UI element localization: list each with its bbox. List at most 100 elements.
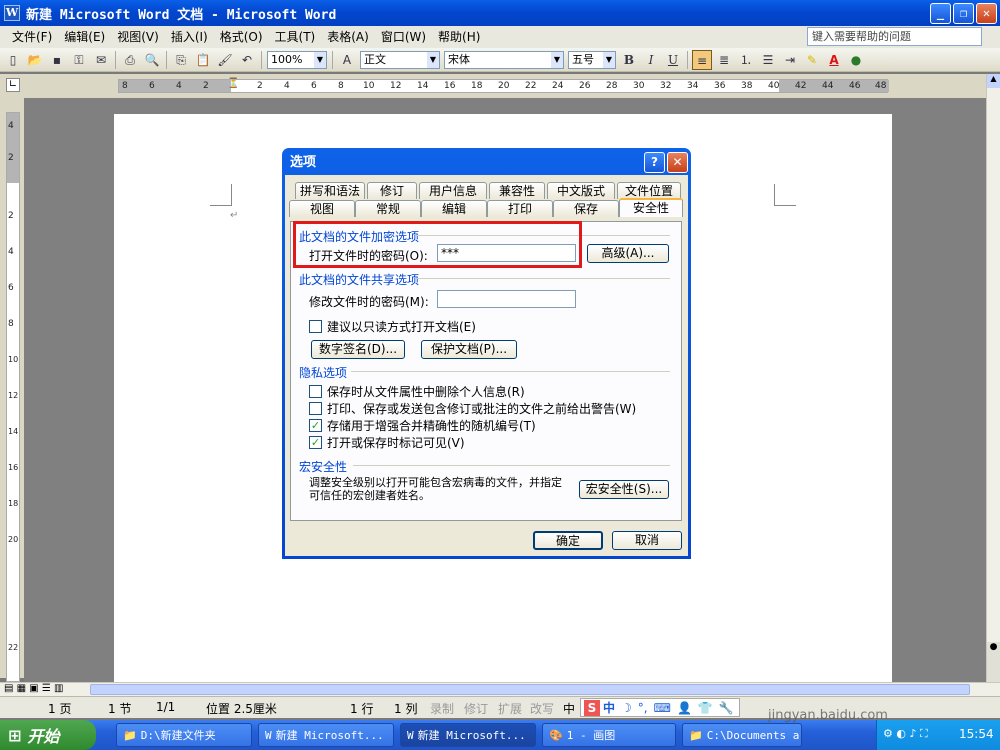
macro-security-button[interactable]: 宏安全性(S)... (579, 480, 669, 499)
menu-file[interactable]: 文件(F) (6, 27, 58, 47)
tab-file-locations[interactable]: 文件位置 (617, 182, 681, 199)
status-rec[interactable]: 录制 (430, 700, 454, 717)
highlight-icon[interactable]: ✎ (802, 50, 822, 70)
privacy-checkbox-1[interactable] (309, 402, 322, 415)
indent-icon[interactable]: ⇥ (780, 50, 800, 70)
font-select[interactable]: 宋体 ▼ (444, 50, 564, 69)
ime-mode-label[interactable]: 中 (603, 699, 615, 716)
tab-general[interactable]: 常规 (355, 200, 421, 217)
maximize-button[interactable]: ❐ (953, 3, 974, 24)
digital-signatures-button[interactable]: 数字签名(D)... (311, 340, 405, 359)
align-distribute-icon[interactable]: ≣ (714, 50, 734, 70)
close-button[interactable]: ✕ (976, 3, 997, 24)
tab-save[interactable]: 保存 (553, 200, 619, 217)
moon-icon[interactable]: ☽ (621, 701, 632, 715)
scroll-up-icon[interactable]: ▲ (987, 74, 1000, 88)
punct-icon[interactable]: °, (638, 701, 648, 715)
task-folder[interactable]: 📁 D:\新建文件夹 (116, 723, 252, 747)
task-word-2[interactable]: W 新建 Microsoft... (400, 723, 536, 747)
font-size-select[interactable]: 五号 ▼ (568, 50, 616, 69)
browse-object-icon[interactable]: ● (987, 642, 1000, 682)
underline-button[interactable]: U (663, 50, 683, 70)
horizontal-ruler[interactable]: 8 6 4 2 2 4 6 8 10 12 14 16 18 20 22 24 … (118, 78, 889, 93)
vertical-scrollbar[interactable]: ▲ ● (986, 74, 1000, 682)
copy-icon[interactable]: ⎘ (171, 50, 191, 70)
help-icon[interactable]: ? (644, 152, 665, 173)
tray-icons[interactable]: ⚙ ◐ ♪ ⛶ (883, 727, 928, 741)
vertical-ruler[interactable]: 4 2 2 4 6 8 10 12 14 16 18 20 22 (6, 112, 20, 682)
keyboard-icon[interactable]: ⌨ (654, 701, 671, 715)
tab-edit[interactable]: 编辑 (421, 200, 487, 217)
status-ovr[interactable]: 改写 (530, 700, 554, 717)
tab-security[interactable]: 安全性 (619, 198, 683, 217)
tab-view[interactable]: 视图 (289, 200, 355, 217)
tab-user-info[interactable]: 用户信息 (419, 182, 487, 199)
menu-window[interactable]: 窗口(W) (375, 27, 432, 47)
modify-password-input[interactable] (437, 290, 576, 308)
menu-tools[interactable]: 工具(T) (269, 27, 322, 47)
format-painter-icon[interactable]: 🖌 (215, 50, 235, 70)
user-icon[interactable]: 👤 (677, 701, 692, 715)
privacy-checkbox-0[interactable] (309, 385, 322, 398)
menu-edit[interactable]: 编辑(E) (58, 27, 111, 47)
word-icon[interactable]: W (4, 5, 20, 21)
indent-marker-icon[interactable]: ⏳ (227, 78, 239, 89)
align-justify-icon[interactable]: ≡ (692, 49, 712, 70)
ruler-number: 14 (417, 81, 429, 91)
italic-button[interactable]: I (641, 50, 661, 70)
readonly-checkbox[interactable] (309, 320, 322, 333)
styles-pane-icon[interactable]: A (337, 50, 357, 70)
minimize-button[interactable]: _ (930, 3, 951, 24)
privacy-checkbox-3[interactable]: ✓ (309, 436, 322, 449)
ok-button[interactable]: 确定 (533, 531, 603, 550)
scroll-thumb[interactable] (90, 684, 970, 695)
tab-asian-typography[interactable]: 中文版式 (547, 182, 615, 199)
menu-insert[interactable]: 插入(I) (165, 27, 214, 47)
print-preview-icon[interactable]: 🔍 (142, 50, 162, 70)
task-paint[interactable]: 🎨 1 - 画图 (542, 723, 676, 747)
permission-icon[interactable]: ⚿ (69, 50, 89, 70)
zoom-select[interactable]: 100% ▼ (267, 50, 327, 69)
privacy-checkbox-2[interactable]: ✓ (309, 419, 322, 432)
horizontal-scrollbar[interactable]: ▤ ▦ ▣ ☰ ▥ (0, 682, 1000, 696)
bullets-icon[interactable]: ☰ (758, 50, 778, 70)
clock[interactable]: 15:54 (959, 727, 994, 741)
status-trk[interactable]: 修订 (464, 700, 488, 717)
email-icon[interactable]: ✉ (91, 50, 111, 70)
menu-view[interactable]: 视图(V) (111, 27, 165, 47)
view-buttons-icon[interactable]: ▤ ▦ ▣ ☰ ▥ (4, 683, 63, 694)
numbering-icon[interactable]: ⒈ (736, 50, 756, 70)
status-ext[interactable]: 扩展 (498, 700, 522, 717)
undo-icon[interactable]: ↶ (237, 50, 257, 70)
bold-button[interactable]: B (619, 50, 639, 70)
tab-track-changes[interactable]: 修订 (367, 182, 417, 199)
paste-icon[interactable]: 📋 (193, 50, 213, 70)
save-icon[interactable]: ▪ (47, 50, 67, 70)
tab-compatibility[interactable]: 兼容性 (489, 182, 545, 199)
tab-spelling[interactable]: 拼写和语法 (295, 182, 365, 199)
dialog-close-button[interactable]: ✕ (667, 152, 688, 173)
print-icon[interactable]: ⎙ (120, 50, 140, 70)
start-button[interactable]: ⊞ 开始 (0, 720, 96, 750)
menu-format[interactable]: 格式(O) (214, 27, 269, 47)
new-document-icon[interactable]: ▯ (3, 50, 23, 70)
task-word-1[interactable]: W 新建 Microsoft... (258, 723, 394, 747)
menu-help[interactable]: 帮助(H) (432, 27, 486, 47)
open-folder-icon[interactable]: 📂 (25, 50, 45, 70)
phonetic-icon[interactable]: ● (846, 50, 866, 70)
tool-icon[interactable]: 🔧 (719, 701, 734, 715)
ime-toolbar[interactable]: S 中 ☽ °, ⌨ 👤 👕 🔧 (580, 698, 740, 717)
task-documents[interactable]: 📁C:\Documents a... (682, 723, 802, 747)
menu-table[interactable]: 表格(A) (321, 27, 375, 47)
font-color-button[interactable]: A (824, 50, 844, 70)
protect-document-button[interactable]: 保护文档(P)... (421, 340, 517, 359)
sogou-icon[interactable]: S (584, 699, 600, 716)
advanced-button[interactable]: 高级(A)... (587, 244, 669, 263)
style-select[interactable]: 正文 ▼ (360, 50, 440, 69)
tab-selector[interactable]: ∟ (6, 78, 20, 92)
task-label: 新建 Microsoft... (417, 729, 526, 742)
help-search-input[interactable]: 键入需要帮助的问题 (807, 27, 982, 46)
tab-print[interactable]: 打印 (487, 200, 553, 217)
skin-icon[interactable]: 👕 (698, 701, 713, 715)
cancel-button[interactable]: 取消 (612, 531, 682, 550)
